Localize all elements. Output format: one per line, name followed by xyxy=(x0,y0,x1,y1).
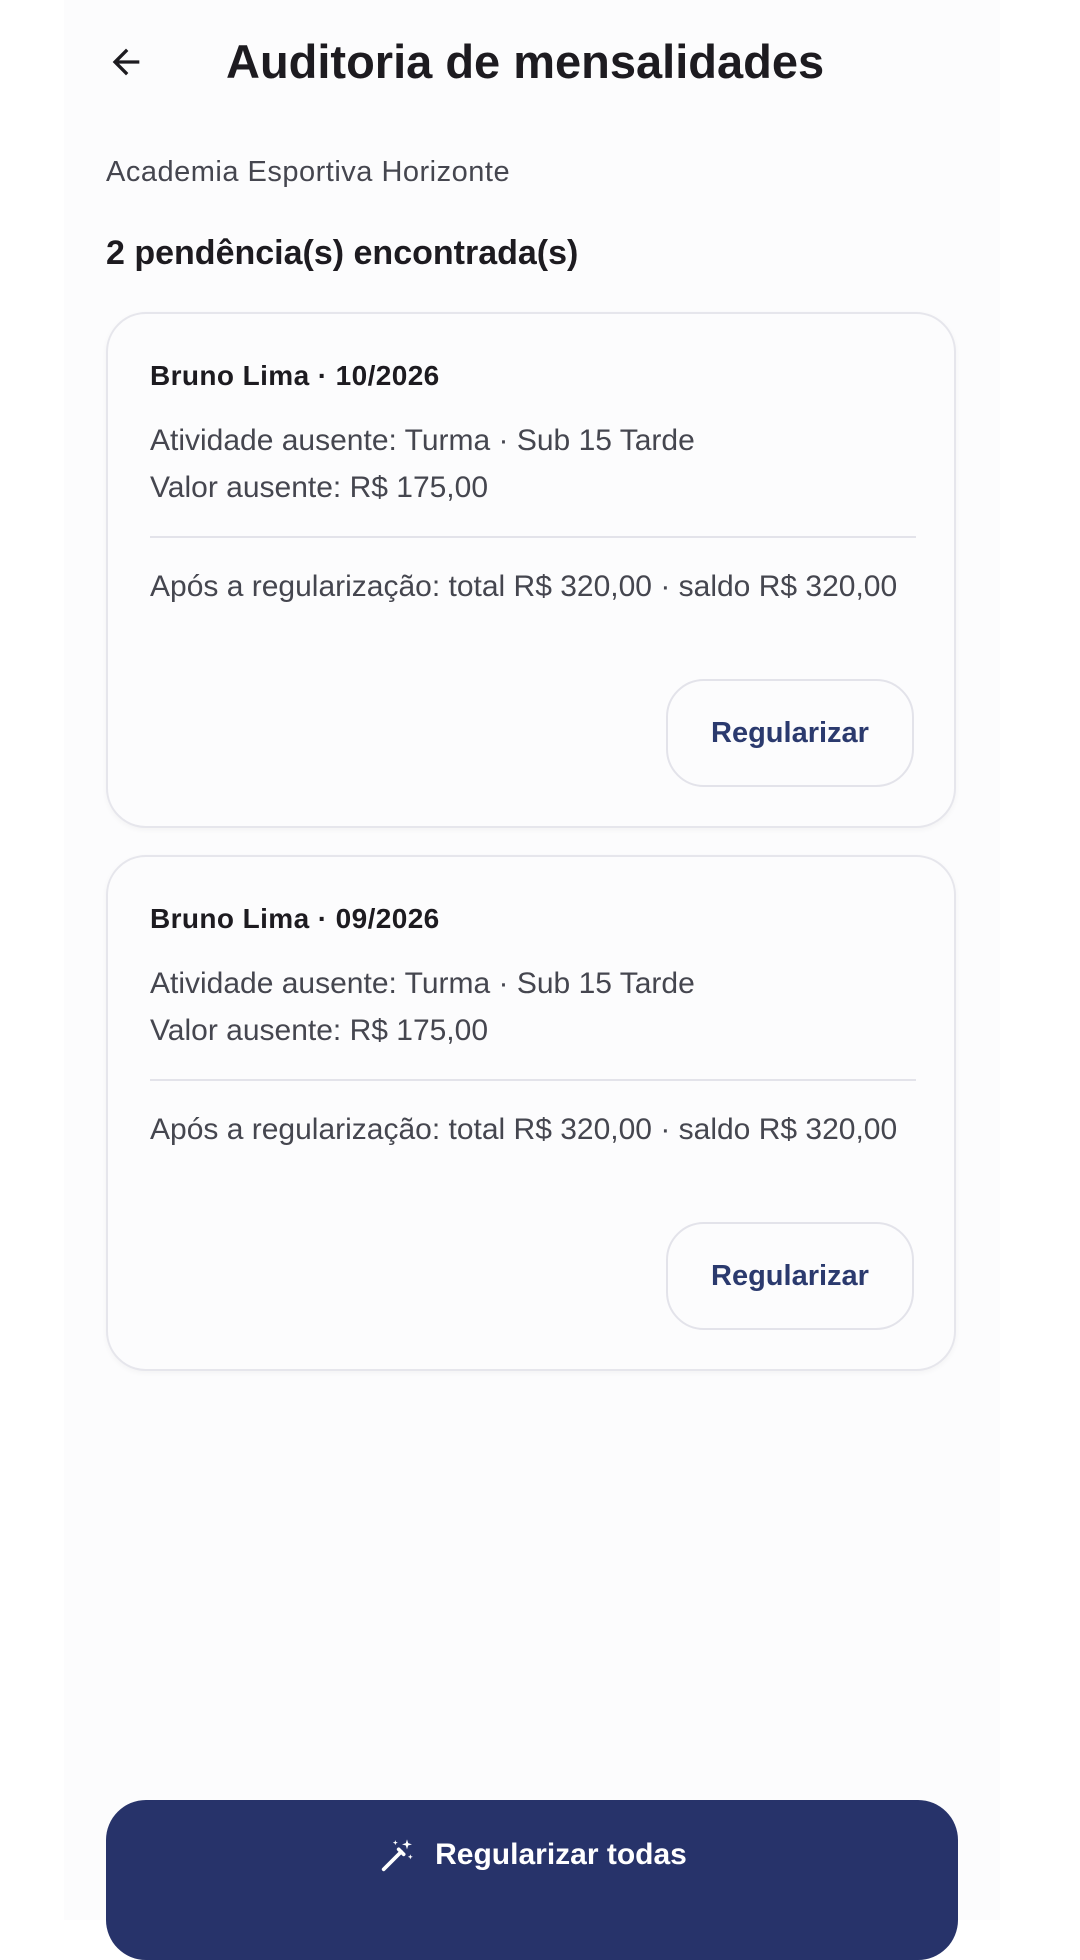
card-title: Bruno Lima · 09/2026 xyxy=(150,903,440,934)
regularize-all-button[interactable]: Regularizar todas xyxy=(106,1800,958,1960)
top-app-bar: Auditoria de mensalidades xyxy=(64,0,1000,128)
missing-value: Valor ausente: R$ 175,00 xyxy=(150,471,489,504)
after-regularization-text: Após a regularização: total R$ 320,00 · … xyxy=(150,570,898,603)
academy-name: Academia Esportiva Horizonte xyxy=(106,156,511,188)
missing-activity: Atividade ausente: Turma · Sub 15 Tarde xyxy=(150,967,695,1000)
back-button[interactable] xyxy=(94,30,158,94)
app-screen: Auditoria de mensalidades Academia Espor… xyxy=(64,0,1000,1960)
card-divider xyxy=(150,1079,916,1081)
regularize-button[interactable]: Regularizar xyxy=(666,679,914,787)
pending-card: Bruno Lima · 09/2026 Atividade ausente: … xyxy=(106,855,956,1371)
magic-wand-icon xyxy=(381,1839,413,1872)
arrow-left-icon xyxy=(112,48,140,76)
after-regularization-text: Após a regularização: total R$ 320,00 · … xyxy=(150,1113,898,1146)
missing-activity: Atividade ausente: Turma · Sub 15 Tarde xyxy=(150,424,695,457)
regularize-button[interactable]: Regularizar xyxy=(666,1222,914,1330)
regularize-all-label: Regularizar todas xyxy=(435,1838,687,1871)
page-title: Auditoria de mensalidades xyxy=(226,35,825,88)
pending-card: Bruno Lima · 10/2026 Atividade ausente: … xyxy=(106,312,956,828)
card-title: Bruno Lima · 10/2026 xyxy=(150,360,440,391)
card-divider xyxy=(150,536,916,538)
pending-count: 2 pendência(s) encontrada(s) xyxy=(106,234,579,272)
missing-value: Valor ausente: R$ 175,00 xyxy=(150,1014,489,1047)
